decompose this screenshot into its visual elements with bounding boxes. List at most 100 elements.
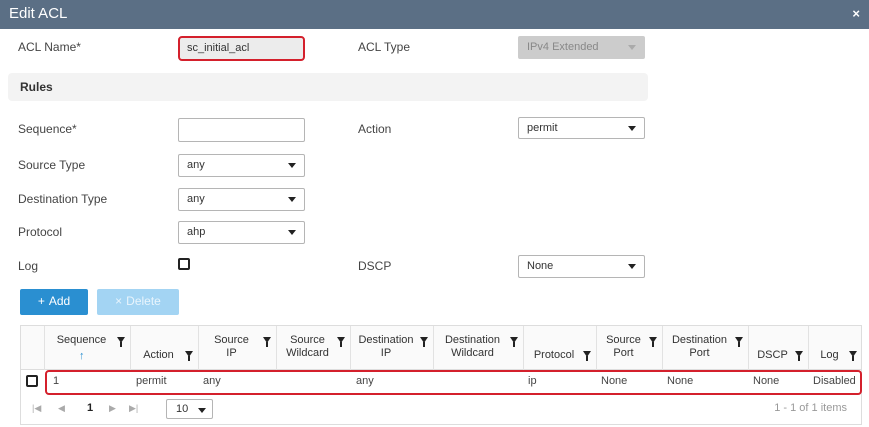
protocol-label: Protocol (18, 225, 63, 239)
filter-icon[interactable] (510, 337, 518, 347)
column-label: Destination (358, 334, 414, 346)
cell-dscp: None (753, 375, 780, 387)
pager: |◀ ◀ 1 ▶ ▶| 10 1 - 1 of 1 items (21, 396, 861, 424)
column-header-action[interactable]: Action (130, 326, 198, 370)
sort-ascending-icon[interactable]: ↑ (79, 350, 85, 362)
dialog-titlebar: Edit ACL × (0, 0, 869, 29)
close-icon: × (115, 294, 123, 308)
chevron-down-icon (628, 264, 636, 269)
column-header-dscp[interactable]: DSCP (748, 326, 808, 370)
filter-icon[interactable] (849, 351, 857, 361)
cell-destination-ip: any (356, 375, 374, 387)
source-type-label: Source Type (18, 158, 86, 172)
column-label: Source (290, 334, 325, 346)
column-label: Action (143, 349, 174, 361)
filter-icon[interactable] (420, 337, 428, 347)
rules-section-header: Rules (8, 73, 648, 101)
delete-button: × Delete (97, 289, 179, 315)
chevron-down-icon (628, 126, 636, 131)
acl-type-value: IPv4 Extended (527, 41, 599, 53)
last-page-icon[interactable]: ▶| (129, 403, 138, 414)
delete-button-label: Delete (126, 294, 161, 308)
acl-type-label: ACL Type (358, 40, 411, 54)
column-header-destination-wildcard[interactable]: Destination Wildcard (433, 326, 523, 370)
filter-icon[interactable] (583, 351, 591, 361)
column-label: Destination (444, 334, 501, 346)
cell-sequence: 1 (53, 375, 60, 387)
previous-page-icon[interactable]: ◀ (58, 403, 65, 414)
acl-type-select: IPv4 Extended (518, 36, 645, 59)
sequence-label: Sequence* (18, 122, 77, 136)
column-label: Source (214, 334, 249, 346)
acl-name-field[interactable]: sc_initial_acl (178, 36, 305, 61)
column-label: IP (380, 347, 392, 359)
destination-type-select[interactable]: any (178, 188, 305, 211)
sequence-input[interactable] (178, 118, 305, 142)
filter-icon[interactable] (735, 337, 743, 347)
rules-table: Sequence ↑ Action Source IP Source Wildcar… (20, 325, 862, 425)
protocol-select[interactable]: ahp (178, 221, 305, 244)
dscp-select[interactable]: None (518, 255, 645, 278)
page-size-value: 10 (176, 403, 189, 415)
column-label: IP (226, 347, 237, 359)
rules-heading: Rules (20, 80, 53, 94)
column-header-log[interactable]: Log (808, 326, 862, 370)
chevron-down-icon (198, 408, 206, 413)
column-label: Destination (671, 334, 728, 346)
column-header-source-wildcard[interactable]: Source Wildcard (276, 326, 350, 370)
chevron-down-icon (288, 230, 296, 235)
column-header-protocol[interactable]: Protocol (523, 326, 596, 370)
items-summary: 1 - 1 of 1 items (774, 402, 847, 414)
column-label: Wildcard (286, 347, 329, 359)
current-page[interactable]: 1 (87, 402, 93, 414)
column-header-source-ip[interactable]: Source IP (198, 326, 276, 370)
column-header-destination-ip[interactable]: Destination IP (350, 326, 433, 370)
column-label: Protocol (533, 349, 575, 361)
filter-icon[interactable] (795, 351, 803, 361)
filter-icon[interactable] (117, 337, 125, 347)
close-icon[interactable]: × (852, 6, 860, 21)
cell-source-port: None (601, 375, 628, 387)
acl-name-label: ACL Name* (18, 40, 81, 54)
table-header: Sequence ↑ Action Source IP Source Wildcar… (21, 326, 861, 370)
destination-type-value: any (187, 193, 205, 205)
table-row[interactable] (45, 370, 862, 395)
next-page-icon[interactable]: ▶ (109, 403, 116, 414)
cell-action: permit (136, 375, 167, 387)
cell-protocol: ip (528, 375, 537, 387)
chevron-down-icon (628, 45, 636, 50)
log-checkbox[interactable] (178, 258, 190, 270)
column-header-sequence[interactable]: Sequence ↑ (44, 326, 130, 370)
dscp-value: None (527, 260, 554, 272)
add-button[interactable]: + Add (20, 289, 88, 315)
column-label: Port (689, 347, 710, 359)
column-label: Wildcard (451, 347, 494, 359)
cell-destination-port: None (667, 375, 694, 387)
action-value: permit (527, 122, 558, 134)
destination-type-label: Destination Type (18, 192, 108, 206)
source-type-value: any (187, 159, 205, 171)
add-button-label: Add (48, 294, 71, 308)
action-select[interactable]: permit (518, 117, 645, 139)
column-label: Port (613, 347, 634, 359)
filter-icon[interactable] (263, 337, 271, 347)
first-page-icon[interactable]: |◀ (32, 403, 41, 414)
column-label: Log (820, 349, 839, 361)
source-type-select[interactable]: any (178, 154, 305, 177)
filter-icon[interactable] (185, 351, 193, 361)
column-label: Sequence (56, 334, 107, 346)
filter-icon[interactable] (649, 337, 657, 347)
cell-source-ip: any (203, 375, 221, 387)
column-header-source-port[interactable]: Source Port (596, 326, 662, 370)
cell-log: Disabled (813, 375, 856, 387)
chevron-down-icon (288, 197, 296, 202)
action-label: Action (358, 122, 392, 136)
acl-name-value: sc_initial_acl (187, 42, 250, 54)
dialog-title: Edit ACL (9, 5, 68, 22)
page-size-select[interactable]: 10 (166, 399, 213, 419)
dscp-label: DSCP (358, 259, 392, 273)
filter-icon[interactable] (337, 337, 345, 347)
log-label: Log (18, 259, 39, 273)
row-select-checkbox[interactable] (26, 375, 38, 387)
column-header-destination-port[interactable]: Destination Port (662, 326, 748, 370)
